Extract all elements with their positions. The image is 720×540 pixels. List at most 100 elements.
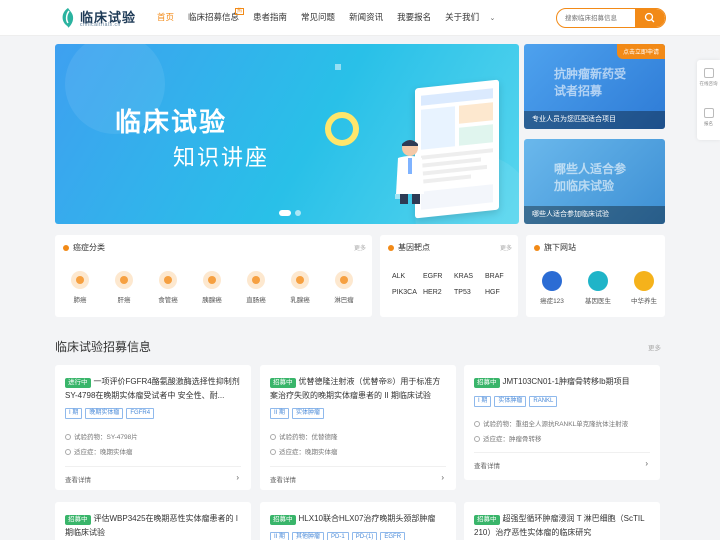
panel-title: 基因靶点 [388, 242, 430, 253]
affiliated-sites-panel: 旗下网站 癌症123 基因医生 中华养生 [526, 235, 665, 317]
trial-title: 招募中 JMT103CN01-1肿瘤骨转移Ib期项目 [474, 375, 650, 389]
cancer-category-panel: 癌症分类 更多 肺癌 肝癌 食管癌 胰腺癌 直肠癌 乳腺癌 淋巴瘤 [55, 235, 372, 317]
gene-item[interactable]: HER2 [423, 289, 453, 296]
nav-patient-guide[interactable]: 患者指南 [246, 0, 294, 36]
trial-card[interactable]: 招募中 超强型循环肿瘤浸润 T 淋巴细胞（ScTIL 210）治疗恶性实体瘤的临床… [464, 502, 660, 540]
card-footer[interactable]: 查看详情 › [474, 452, 650, 470]
trial-card[interactable]: 进行中 一项评价FGFR4酪氨酸激酶选择性抑制剂SY-4798在晚期实体瘤受试者中… [55, 365, 251, 490]
tag: 其他肿瘤 [292, 532, 325, 540]
pill-icon [474, 421, 480, 427]
main-nav: 首页 临床招募信息 热 患者指南 常见问题 新闻资讯 我要报名 关于我们 ⌄ [150, 0, 502, 36]
cancer-label: 肺癌 [73, 297, 87, 304]
site-logo[interactable]: 临床试验 clinicaltrials.cn [60, 7, 150, 31]
site-label: 基因医生 [585, 298, 611, 305]
panel-title-text: 基因靶点 [398, 243, 430, 252]
cancer-item[interactable]: 肺癌 [61, 271, 99, 304]
tag: PD-1 [327, 532, 349, 540]
cancer-item[interactable]: 直肠癌 [237, 271, 275, 304]
chevron-right-icon: › [441, 473, 444, 482]
float-label: 报名 [704, 121, 713, 126]
trial-card[interactable]: 招募中 优替德隆注射液（优替帝®）用于标准方案治疗失败的晚期实体瘤患者的 II 期… [260, 365, 456, 490]
form-icon [703, 108, 714, 118]
cancer-item[interactable]: 胰腺癌 [193, 271, 231, 304]
nav-about-label: 关于我们 [445, 12, 480, 22]
status-badge: 招募中 [65, 515, 91, 525]
site-item[interactable]: 基因医生 [580, 271, 616, 305]
gene-item[interactable]: ALK [392, 273, 422, 280]
gene-item[interactable]: BRAF [485, 273, 515, 280]
carousel-dots [279, 210, 301, 216]
nav-signup[interactable]: 我要报名 [390, 0, 438, 36]
gene-item[interactable]: EGFR [423, 273, 453, 280]
cancer-item[interactable]: 肝癌 [105, 271, 143, 304]
apply-now-tag[interactable]: 点击立即申请 [616, 44, 665, 59]
tag-list: II 期 其他肿瘤 PD-1 PD-(1) EGFR [270, 532, 406, 540]
logo-subtitle: clinicaltrials.cn [80, 22, 121, 28]
promo-caption: 专业人员为您匹配适合项目 [524, 111, 665, 129]
signup-float-button[interactable]: 报名 [697, 100, 720, 140]
trial-title: 招募中 评估WBP3425在晚期恶性实体瘤患者的 I 期临床试验 [65, 512, 241, 540]
nav-recruitment[interactable]: 临床招募信息 热 [181, 0, 246, 36]
site-item[interactable]: 中华养生 [626, 271, 662, 305]
trial-card[interactable]: 招募中 评估WBP3425在晚期恶性实体瘤患者的 I 期临床试验 [55, 502, 251, 540]
target-icon [474, 436, 480, 442]
indication-text: 适应症：晚期实体瘤 [279, 449, 338, 456]
category-icon [534, 244, 540, 251]
view-details-link[interactable]: 查看详情 [65, 477, 91, 484]
trial-card[interactable]: 招募中 HLX10联合HLX07治疗晚期头颈部肿瘤 II 期 其他肿瘤 PD-1 … [260, 502, 456, 540]
guide-promo-card[interactable]: 哪些人适合参加临床试验 哪些人适合参加临床试验 [524, 139, 665, 224]
search-box [556, 8, 666, 28]
search-button[interactable] [635, 9, 665, 27]
site-item[interactable]: 癌症123 [534, 271, 570, 305]
tag: EGFR [380, 532, 406, 540]
gene-item[interactable]: KRAS [454, 273, 484, 280]
card-footer[interactable]: 查看详情 › [65, 466, 241, 484]
chevron-down-icon: ⌄ [489, 15, 496, 22]
tag: PD-(1) [351, 532, 378, 540]
tag: 晚期实体瘤 [85, 408, 124, 419]
carousel-dot[interactable] [279, 210, 291, 216]
doctor-illustration [396, 140, 424, 204]
online-consult-button[interactable]: 在线咨询 [697, 60, 720, 100]
view-details-link[interactable]: 查看详情 [474, 463, 500, 470]
tag-list: I 期 实体肿瘤 RANKL [474, 396, 558, 407]
drug-text: 试验药物：重组全人源抗RANKL单克隆抗体注射液 [483, 421, 629, 428]
recruit-promo-card[interactable]: 点击立即申请 抗肿瘤新药受试者招募 专业人员为您匹配适合项目 [524, 44, 665, 129]
cancer-item[interactable]: 乳腺癌 [281, 271, 319, 304]
gene-item[interactable]: TP53 [454, 289, 484, 296]
more-link[interactable]: 更多 [354, 243, 366, 252]
trial-title-text: 优替德隆注射液（优替帝®）用于标准方案治疗失败的晚期实体瘤患者的 II 期临床试… [270, 377, 441, 400]
cancer-item[interactable]: 食管癌 [149, 271, 187, 304]
trial-title: 招募中 HLX10联合HLX07治疗晚期头颈部肿瘤 [270, 512, 446, 526]
search-icon [644, 12, 655, 23]
target-icon [65, 449, 71, 455]
more-link[interactable]: 更多 [648, 342, 661, 352]
trial-card[interactable]: 招募中 JMT103CN01-1肿瘤骨转移Ib期项目 I 期 实体肿瘤 RANKL… [464, 365, 660, 480]
card-footer[interactable]: 查看详情 › [270, 466, 446, 484]
gene-item[interactable]: HGF [485, 289, 515, 296]
search-input[interactable] [565, 12, 631, 25]
promo-headline: 抗肿瘤新药受试者招募 [554, 67, 627, 98]
nav-faq[interactable]: 常见问题 [294, 0, 342, 36]
more-link[interactable]: 更多 [500, 243, 512, 252]
tag: I 期 [65, 408, 83, 419]
view-details-link[interactable]: 查看详情 [270, 477, 296, 484]
float-label: 在线咨询 [699, 81, 718, 86]
nav-home[interactable]: 首页 [150, 0, 181, 36]
gene-item[interactable]: PIK3CA [392, 289, 422, 296]
tag: II 期 [270, 532, 290, 540]
hero-banner[interactable]: 临床试验 知识讲座 [55, 44, 519, 224]
nav-about[interactable]: 关于我们 ⌄ [438, 0, 502, 36]
category-icon [63, 244, 69, 251]
carousel-dot[interactable] [295, 210, 301, 216]
tag: 实体肿瘤 [494, 396, 527, 407]
cancer-item[interactable]: 淋巴瘤 [325, 271, 363, 304]
cancer-label: 淋巴瘤 [334, 297, 354, 304]
trial-title: 进行中 一项评价FGFR4酪氨酸激酶选择性抑制剂SY-4798在晚期实体瘤受试者中… [65, 375, 241, 403]
nav-news[interactable]: 新闻资讯 [342, 0, 390, 36]
rectum-icon [247, 271, 265, 289]
indication-info: 适应症：晚期实体瘤 [270, 446, 338, 456]
dna-icon [588, 271, 608, 291]
drug-info: 试验药物：优替德隆 [270, 431, 338, 441]
trial-title-text: JMT103CN01-1肿瘤骨转移Ib期项目 [502, 377, 630, 386]
